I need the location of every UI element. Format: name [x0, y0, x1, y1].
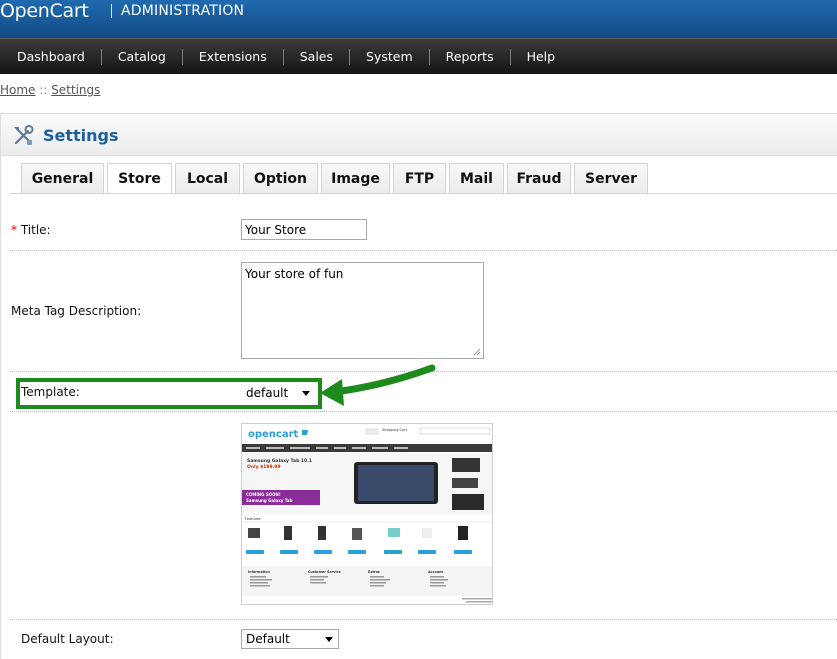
breadcrumb-separator: :: — [39, 83, 48, 97]
required-marker: * — [11, 223, 17, 237]
preview-banner-title: Samsung Galaxy Tab 10.1 — [247, 458, 312, 464]
preview-footer-info: Information — [248, 570, 271, 574]
menu-item-extensions[interactable]: Extensions — [183, 49, 284, 65]
breadcrumb: Home :: Settings — [0, 83, 100, 97]
menu-item-system[interactable]: System — [350, 49, 430, 65]
meta-description-textarea[interactable]: Your store of fun — [241, 262, 484, 359]
main-menu: Dashboard Catalog Extensions Sales System Rep… — [0, 38, 837, 74]
preview-ribbon-1: COMING SOON! — [246, 492, 281, 497]
box-heading: Settings — [1, 114, 837, 156]
menu-item-reports[interactable]: Reports — [430, 49, 511, 65]
tab-ftp[interactable]: FTP — [393, 163, 446, 194]
template-preview-image: opencart Shopping Cart Samsung Galaxy Ta… — [241, 423, 493, 605]
menu-item-dashboard[interactable]: Dashboard — [0, 49, 102, 65]
menu-items: Dashboard Catalog Extensions Sales System Rep… — [0, 39, 571, 75]
chevron-down-icon — [325, 637, 333, 642]
meta-description-label: Meta Tag Description: — [11, 304, 142, 318]
green-arrow-icon — [320, 364, 436, 406]
tab-server[interactable]: Server — [574, 163, 648, 194]
tools-icon — [14, 125, 34, 145]
tab-local[interactable]: Local — [175, 163, 240, 194]
preview-ribbon-2: Samsung Galaxy Tab — [246, 498, 293, 503]
meta-description-value: Your store of fun — [245, 267, 344, 281]
template-highlight-box — [16, 378, 322, 409]
administration-label: ADMINISTRATION — [121, 3, 245, 19]
title-label-text: Title: — [20, 223, 51, 237]
default-layout-select[interactable]: Default — [241, 629, 339, 649]
preview-cart-title: Shopping Cart — [382, 428, 408, 432]
menu-item-sales[interactable]: Sales — [284, 49, 351, 65]
tab-store[interactable]: Store — [107, 163, 172, 194]
preview-footer-extras: Extras — [368, 570, 380, 574]
menu-item-help[interactable]: Help — [511, 49, 572, 65]
settings-tabs: General Store Local Option Image FTP Mail Fraud… — [21, 163, 651, 194]
form-row-title — [10, 194, 837, 251]
default-layout-value: Default — [246, 632, 290, 646]
app-header: OpenCart ADMINISTRATION — [0, 0, 837, 38]
title-label: * Title: — [11, 223, 51, 237]
page-title: Settings — [43, 126, 119, 145]
title-input[interactable]: Your Store — [241, 219, 367, 240]
breadcrumb-settings-link[interactable]: Settings — [51, 83, 100, 97]
menu-item-catalog[interactable]: Catalog — [102, 49, 183, 65]
preview-footer-service: Customer Service — [308, 570, 341, 574]
opencart-logo[interactable]: OpenCart — [0, 0, 89, 24]
header-divider — [111, 4, 112, 18]
preview-banner-price: Only $199.99 — [247, 464, 281, 470]
preview-logo: opencart — [248, 429, 299, 440]
default-layout-label: Default Layout: — [21, 632, 114, 646]
resize-grip-icon[interactable] — [473, 348, 481, 356]
tab-option[interactable]: Option — [243, 163, 318, 194]
breadcrumb-home-link[interactable]: Home — [0, 83, 35, 97]
preview-footer-account: Account — [428, 570, 443, 574]
store-preview-graphic: opencart Shopping Cart Samsung Galaxy Ta… — [242, 424, 492, 604]
tab-image[interactable]: Image — [321, 163, 390, 194]
tab-fraud[interactable]: Fraud — [507, 163, 571, 194]
preview-featured: Featured — [245, 517, 260, 521]
tab-general[interactable]: General — [21, 163, 104, 194]
tab-mail[interactable]: Mail — [449, 163, 504, 194]
